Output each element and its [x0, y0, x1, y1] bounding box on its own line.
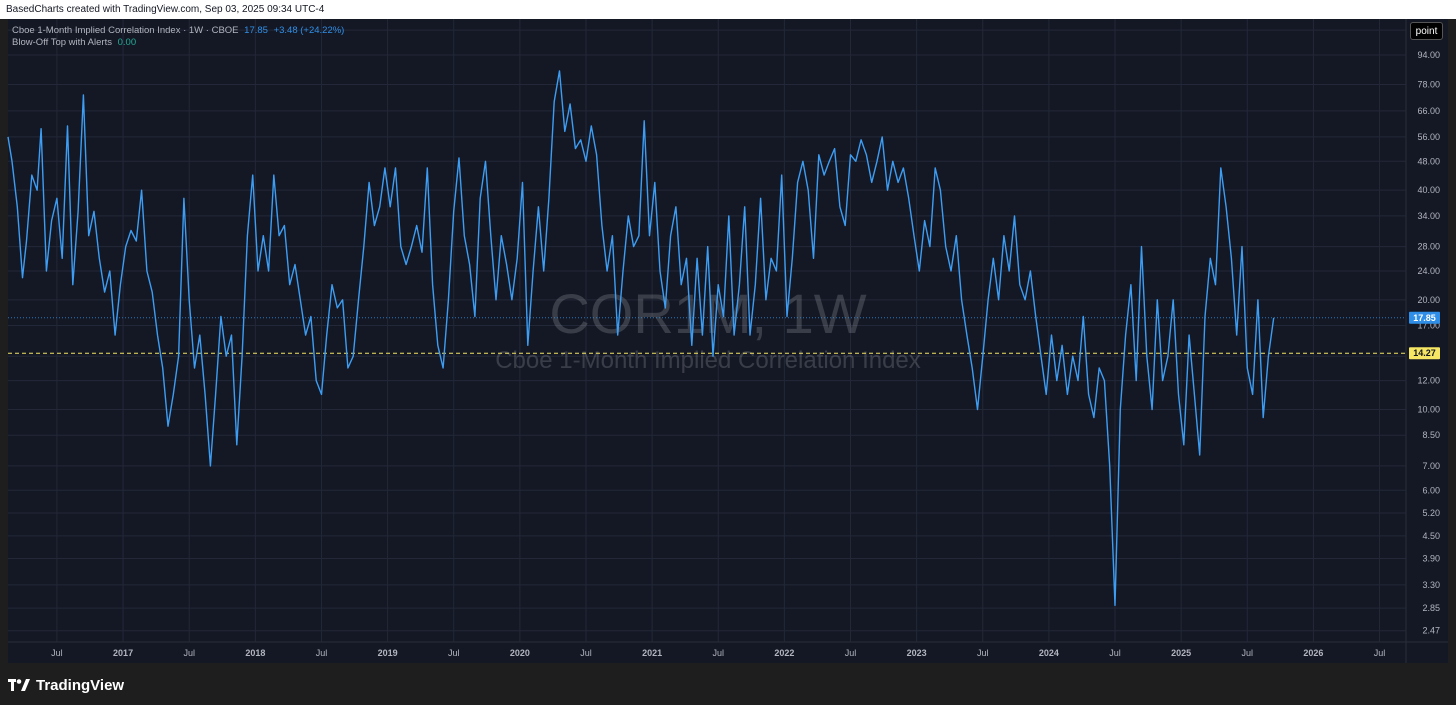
x-tick-label: 2023	[907, 648, 927, 658]
y-tick-label: 28.00	[1417, 242, 1440, 252]
x-tick-label: Jul	[1109, 648, 1121, 658]
x-tick-label: 2025	[1171, 648, 1191, 658]
chart-legend: Cboe 1-Month Implied Correlation Index ·…	[12, 25, 347, 49]
y-tick-label: 6.00	[1422, 485, 1440, 495]
x-tick-label: 2017	[113, 648, 133, 658]
legend-indicator-name: Blow-Off Top with Alerts	[12, 37, 112, 48]
x-tick-label: Jul	[845, 648, 857, 658]
y-tick-label: 7.00	[1422, 461, 1440, 471]
watermark-description: Cboe 1-Month Implied Correlation Index	[495, 347, 921, 374]
tradingview-logo[interactable]: TradingView	[8, 677, 124, 694]
x-tick-label: Jul	[51, 648, 63, 658]
legend-indicator-row: Blow-Off Top with Alerts 0.00	[12, 37, 347, 49]
y-tick-label: 12.00	[1417, 376, 1440, 386]
legend-change: +3.48 (+24.22%)	[273, 25, 345, 36]
y-tick-label: 3.90	[1422, 553, 1440, 563]
x-tick-label: 2026	[1303, 648, 1323, 658]
y-tick-label: 2.85	[1422, 603, 1440, 613]
x-tick-label: 2021	[642, 648, 662, 658]
x-tick-label: Jul	[712, 648, 724, 658]
x-tick-label: Jul	[448, 648, 460, 658]
legend-symbol-row: Cboe 1-Month Implied Correlation Index ·…	[12, 25, 347, 37]
x-tick-label: 2018	[245, 648, 265, 658]
y-tick-label: 66.00	[1417, 106, 1440, 116]
x-tick-label: 2024	[1039, 648, 1059, 658]
y-tick-label: 24.00	[1417, 266, 1440, 276]
legend-indicator-value: 0.00	[117, 37, 137, 48]
x-tick-label: 2022	[774, 648, 794, 658]
x-tick-label: 2019	[378, 648, 398, 658]
y-tick-label: 48.00	[1417, 156, 1440, 166]
tradingview-brand-text: TradingView	[36, 677, 125, 694]
x-tick-label: 2020	[510, 648, 530, 658]
tradingview-logo-icon	[8, 679, 30, 691]
x-tick-label: Jul	[1242, 648, 1254, 658]
legend-last-value: 17.85	[244, 25, 268, 36]
reference-badge-text: 14.27	[1413, 348, 1436, 358]
point-scale-button[interactable]: point	[1410, 22, 1443, 40]
y-tick-label: 4.50	[1422, 531, 1440, 541]
y-tick-label: 8.50	[1422, 430, 1440, 440]
x-tick-label: Jul	[316, 648, 328, 658]
legend-symbol-name: Cboe 1-Month Implied Correlation Index ·…	[12, 25, 239, 36]
y-tick-label: 40.00	[1417, 185, 1440, 195]
x-tick-label: Jul	[183, 648, 195, 658]
y-tick-label: 34.00	[1417, 211, 1440, 221]
x-tick-label: Jul	[977, 648, 989, 658]
y-tick-label: 3.30	[1422, 580, 1440, 590]
y-tick-label: 78.00	[1417, 79, 1440, 89]
y-tick-label: 56.00	[1417, 132, 1440, 142]
y-tick-label: 2.47	[1422, 626, 1440, 636]
x-tick-label: Jul	[1374, 648, 1386, 658]
y-tick-label: 5.20	[1422, 508, 1440, 518]
price-chart[interactable]: COR1M, 1W Cboe 1-Month Implied Correlati…	[0, 0, 1456, 705]
y-tick-label: 20.00	[1417, 295, 1440, 305]
y-tick-label: 10.00	[1417, 404, 1440, 414]
x-tick-label: Jul	[580, 648, 592, 658]
watermark-symbol: COR1M, 1W	[549, 282, 866, 345]
y-tick-label: 94.00	[1417, 50, 1440, 60]
bottom-bar	[0, 663, 1456, 705]
last-value-badge-text: 17.85	[1413, 313, 1436, 323]
